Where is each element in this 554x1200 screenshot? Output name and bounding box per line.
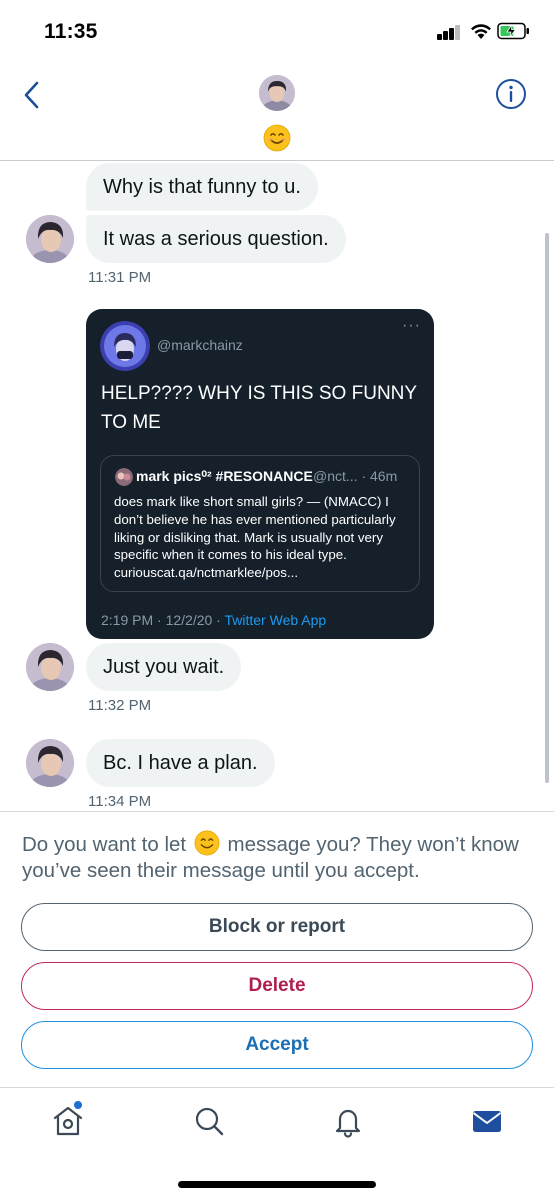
- sender-avatar[interactable]: [26, 739, 74, 787]
- bell-icon[interactable]: [331, 1104, 365, 1138]
- more-icon: ···: [402, 317, 421, 334]
- message-request-panel: Do you want to let message you? They won…: [0, 811, 554, 1088]
- status-bar: 11:35: [0, 0, 554, 62]
- message-bubble[interactable]: Why is that funny to u.: [86, 163, 318, 211]
- message-timestamp: 11:31 PM: [88, 269, 152, 286]
- message-request-prompt: Do you want to let message you? They won…: [22, 830, 537, 884]
- tweet-author-avatar: [100, 321, 150, 371]
- block-or-report-button[interactable]: Block or report: [21, 903, 533, 951]
- smiling-face-icon: [263, 124, 291, 152]
- tweet-text: HELP???? WHY IS THIS SO FUNNY TO ME: [101, 383, 417, 433]
- tweet-handle: @markchainz: [157, 337, 243, 353]
- info-icon[interactable]: [495, 78, 527, 110]
- quoted-tweet: mark pics⁰² #RESONANCE @nct... · 46m doe…: [100, 455, 420, 592]
- envelope-icon[interactable]: [470, 1104, 504, 1138]
- tweet-date: 2:19 PM · 12/2/20 ·: [101, 612, 225, 628]
- back-arrow-icon[interactable]: [20, 78, 46, 112]
- bottom-tab-bar: [0, 1088, 554, 1200]
- message-bubble[interactable]: It was a serious question.: [86, 215, 346, 263]
- quoted-author-handle: @nct... · 46m: [313, 468, 398, 484]
- message-bubble[interactable]: Just you wait.: [86, 643, 242, 691]
- smiling-face-icon: [194, 830, 220, 856]
- message-timestamp: 11:32 PM: [88, 697, 152, 714]
- scrollbar[interactable]: [545, 233, 549, 783]
- prompt-text-start: Do you want to let: [22, 833, 187, 856]
- home-icon[interactable]: [51, 1104, 85, 1138]
- wifi-icon: [471, 24, 491, 39]
- tweet-meta: 2:19 PM · 12/2/20 · Twitter Web App: [101, 612, 326, 628]
- message-bubble[interactable]: Bc. I have a plan.: [86, 739, 275, 787]
- tweet-source: Twitter Web App: [224, 612, 327, 628]
- status-time: 11:35: [44, 20, 98, 43]
- sender-avatar[interactable]: [26, 643, 74, 691]
- quoted-author-name: mark pics⁰² #RESONANCE: [136, 468, 313, 484]
- delete-button[interactable]: Delete: [21, 962, 533, 1010]
- header-avatar[interactable]: [259, 75, 295, 111]
- message-timestamp: 11:34 PM: [88, 793, 152, 810]
- sender-avatar[interactable]: [26, 215, 74, 263]
- shared-tweet-image[interactable]: @markchainz ··· HELP???? WHY IS THIS SO …: [86, 309, 434, 639]
- battery-charging-icon: [497, 22, 529, 40]
- accept-button[interactable]: Accept: [21, 1021, 533, 1069]
- message-thread[interactable]: Why is that funny to u. It was a serious…: [0, 161, 554, 811]
- quoted-tweet-text: does mark like short small girls? — (NMA…: [114, 494, 396, 581]
- new-content-indicator: [74, 1101, 82, 1109]
- conversation-header: [0, 62, 554, 161]
- quoted-author-avatar: [115, 468, 133, 486]
- search-icon[interactable]: [192, 1104, 226, 1138]
- cellular-signal-icon: [437, 24, 463, 40]
- home-indicator[interactable]: [178, 1181, 376, 1188]
